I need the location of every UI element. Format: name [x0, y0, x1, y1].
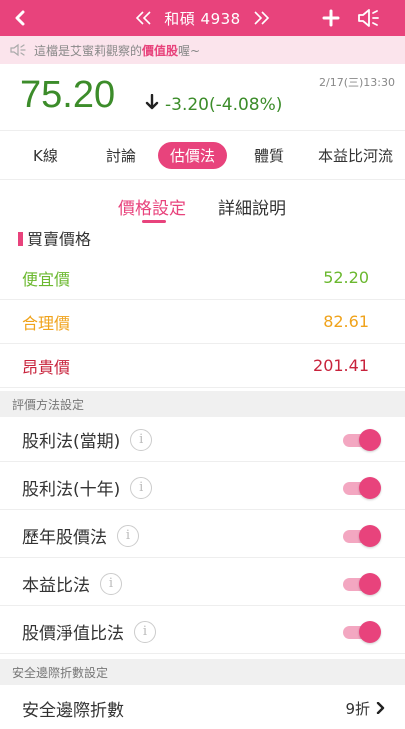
method-row: 股利法(十年) i: [0, 466, 405, 510]
method-toggle[interactable]: [343, 524, 381, 547]
chevron-left-icon: [15, 10, 25, 26]
method-row: 股價淨值比法 i: [0, 610, 405, 654]
info-icon[interactable]: i: [134, 620, 156, 643]
tab-discussion[interactable]: 討論: [106, 145, 136, 166]
method-toggle[interactable]: [343, 620, 381, 643]
info-icon[interactable]: i: [117, 524, 139, 547]
stock-title: 和碩 4938: [164, 9, 241, 28]
tab-kline[interactable]: K線: [33, 145, 58, 166]
method-label: 股價淨值比法: [22, 624, 124, 644]
price-change: -3.20(-4.08%): [145, 93, 283, 115]
subtab-indicator: [142, 220, 166, 223]
safety-margin-row[interactable]: 安全邊際折數 9折: [0, 686, 405, 729]
arrow-down-icon: [145, 93, 159, 115]
cheap-price-label: 便宜價: [22, 269, 71, 289]
notice-text: 這檔是艾蜜莉觀察的: [34, 43, 143, 58]
method-label: 股利法(十年): [22, 480, 121, 500]
subtab-details[interactable]: 詳細說明: [218, 194, 286, 219]
safety-margin-label: 安全邊際折數: [22, 700, 124, 721]
tab-fundamentals[interactable]: 體質: [254, 145, 284, 166]
notice-suffix: 喔~: [178, 43, 201, 58]
expensive-price-value: 201.41: [313, 356, 369, 375]
info-icon[interactable]: i: [130, 428, 153, 451]
subtab-price-settings[interactable]: 價格設定: [118, 194, 186, 219]
method-label: 歷年股價法: [22, 528, 107, 548]
fair-price-value: 82.61: [323, 312, 369, 331]
tab-valuation[interactable]: 估價法: [158, 142, 228, 169]
notice-bar[interactable]: 這檔是艾蜜莉觀察的 價值股 喔~: [0, 36, 405, 64]
quote-panel: 75.20 -3.20(-4.08%) 2/17(三)13:30: [0, 64, 405, 126]
speaker-icon: [10, 43, 28, 57]
expensive-price-label: 昂貴價: [22, 357, 71, 377]
method-label: 股利法(當期): [22, 432, 121, 452]
method-row: 歷年股價法 i: [0, 514, 405, 558]
announcement-button[interactable]: [354, 5, 384, 31]
quote-time: 2/17(三)13:30: [319, 76, 395, 89]
method-label: 本益比法: [22, 576, 90, 596]
speaker-icon: [358, 9, 379, 27]
add-watchlist-button[interactable]: [318, 5, 344, 31]
info-icon[interactable]: i: [100, 572, 122, 595]
method-toggle[interactable]: [343, 476, 381, 499]
fair-price-label: 合理價: [22, 313, 71, 333]
back-button[interactable]: [8, 6, 32, 30]
prev-stock-button[interactable]: [134, 11, 156, 25]
double-chevron-right-icon: [254, 11, 269, 25]
chevron-right-icon: [376, 702, 385, 714]
price-change-value: -3.20(-4.08%): [165, 94, 283, 115]
section-band-methods: 評價方法設定: [0, 391, 405, 417]
price-row-expensive: 昂貴價 201.41: [0, 344, 405, 388]
section-heading-buy-price: 買賣價格: [18, 228, 91, 246]
section-marker: [18, 232, 23, 246]
method-toggle[interactable]: [343, 428, 381, 451]
price-row-cheap: 便宜價 52.20: [0, 256, 405, 300]
plus-icon: [322, 9, 340, 27]
sub-tabs: 價格設定 詳細說明: [0, 186, 405, 224]
safety-margin-value: 9折: [345, 698, 385, 719]
info-icon[interactable]: i: [130, 476, 153, 499]
cheap-price-value: 52.20: [323, 268, 369, 287]
price-row-fair: 合理價 82.61: [0, 300, 405, 344]
notice-highlight: 價值股: [142, 43, 179, 58]
section-band-safety: 安全邊際折數設定: [0, 659, 405, 685]
current-price: 75.20: [20, 74, 116, 116]
method-row: 本益比法 i: [0, 562, 405, 606]
next-stock-button[interactable]: [249, 11, 271, 25]
tab-pe-river[interactable]: 本益比河流: [318, 145, 393, 166]
main-tabs: K線 討論 估價法 體質 本益比河流: [0, 130, 405, 180]
method-row: 股利法(當期) i: [0, 418, 405, 462]
double-chevron-left-icon: [136, 11, 151, 25]
top-bar: 和碩 4938: [0, 0, 405, 36]
method-toggle[interactable]: [343, 572, 381, 595]
